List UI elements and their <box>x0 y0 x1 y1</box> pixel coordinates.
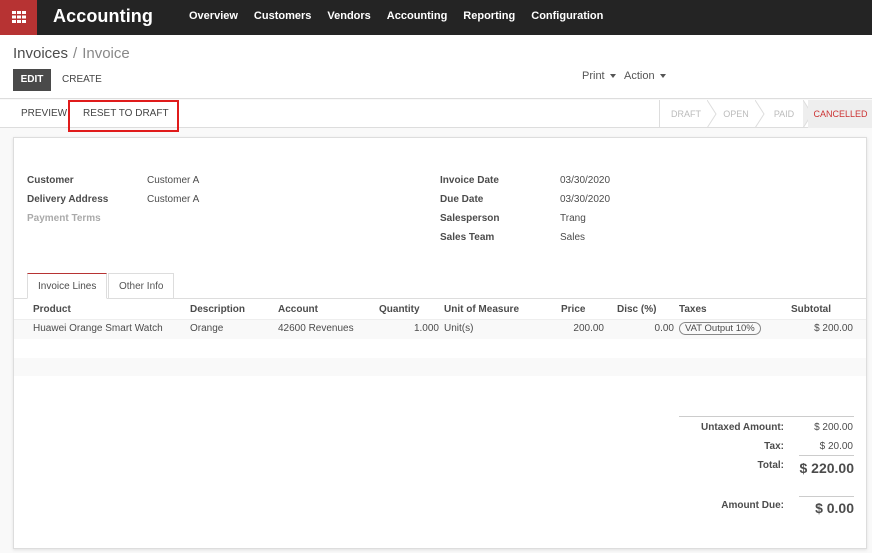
delivery-address-field[interactable]: Customer A <box>147 194 199 205</box>
salesperson-label: Salesperson <box>440 213 500 224</box>
stage-draft[interactable]: DRAFT <box>660 100 717 128</box>
tab-other-info[interactable]: Other Info <box>108 273 175 299</box>
sales-team-field[interactable]: Sales <box>560 232 585 243</box>
stage-paid[interactable]: PAID <box>760 100 813 128</box>
menu-overview[interactable]: Overview <box>189 10 238 22</box>
app-switcher-button[interactable] <box>0 0 37 35</box>
caret-down-icon <box>609 74 616 79</box>
tax-value: $ 20.00 <box>819 441 853 452</box>
stage-paid-label: PAID <box>773 109 795 119</box>
sales-team-label: Sales Team <box>440 232 495 243</box>
row-account: 42600 Revenues <box>278 323 354 334</box>
row-uom: Unit(s) <box>444 323 474 334</box>
amount-due-label: Amount Due: <box>721 500 784 511</box>
amount-due-divider <box>799 496 854 497</box>
breadcrumb-current: Invoice <box>82 45 130 62</box>
stage-cancelled: CANCELLED <box>808 100 872 128</box>
stage-cancelled-label: CANCELLED <box>813 109 868 119</box>
totals-divider <box>679 416 854 417</box>
col-price[interactable]: Price <box>561 304 585 315</box>
row-discount: 0.00 <box>654 323 674 334</box>
menu-configuration[interactable]: Configuration <box>531 10 603 22</box>
col-quantity[interactable]: Quantity <box>379 304 420 315</box>
customer-label: Customer <box>27 175 74 186</box>
tax-label: Tax: <box>764 441 784 452</box>
action-label: Action <box>624 70 655 82</box>
col-discount[interactable]: Disc (%) <box>617 304 656 315</box>
col-account[interactable]: Account <box>278 304 318 315</box>
col-subtotal[interactable]: Subtotal <box>791 304 831 315</box>
breadcrumb-invoices[interactable]: Invoices <box>13 45 68 62</box>
salesperson-field[interactable]: Trang <box>560 213 586 224</box>
stage-draft-label: DRAFT <box>671 109 701 119</box>
untaxed-amount-value: $ 200.00 <box>814 422 853 433</box>
col-taxes[interactable]: Taxes <box>679 304 707 315</box>
breadcrumb-separator: / <box>73 45 78 62</box>
customer-field[interactable]: Customer A <box>147 175 199 186</box>
grid-icon <box>12 11 26 23</box>
main-menu: Overview Customers Vendors Accounting Re… <box>189 10 619 22</box>
row-price: 200.00 <box>573 323 604 334</box>
amount-due-value: $ 0.00 <box>815 500 854 516</box>
tab-invoice-lines[interactable]: Invoice Lines <box>27 273 108 299</box>
due-date-field[interactable]: 03/30/2020 <box>560 194 610 205</box>
menu-reporting[interactable]: Reporting <box>463 10 515 22</box>
empty-row <box>14 358 866 376</box>
top-navbar: Accounting Overview Customers Vendors Ac… <box>0 0 872 35</box>
payment-terms-label: Payment Terms <box>27 213 101 224</box>
row-quantity: 1.000 <box>413 323 439 334</box>
invoice-date-field[interactable]: 03/30/2020 <box>560 175 610 186</box>
tax-badge: VAT Output 10% <box>679 322 761 335</box>
menu-vendors[interactable]: Vendors <box>327 10 370 22</box>
due-date-label: Due Date <box>440 194 484 205</box>
control-panel: Invoices / Invoice EDIT CREATE Print Actio… <box>0 35 872 99</box>
stage-open-label: OPEN <box>723 109 749 119</box>
print-label: Print <box>582 70 605 82</box>
row-description: Orange <box>190 323 224 334</box>
caret-down-icon <box>659 74 666 79</box>
col-unit-of-measure[interactable]: Unit of Measure <box>444 304 519 315</box>
invoice-date-label: Invoice Date <box>440 175 499 186</box>
total-value: $ 220.00 <box>799 460 855 476</box>
create-button[interactable]: CREATE <box>62 74 102 85</box>
notebook-tabs: Invoice Lines Other Info <box>14 273 866 299</box>
breadcrumb: Invoices / Invoice <box>13 45 130 62</box>
col-description[interactable]: Description <box>190 304 245 315</box>
menu-accounting[interactable]: Accounting <box>387 10 448 22</box>
menu-customers[interactable]: Customers <box>254 10 311 22</box>
row-product: Huawei Orange Smart Watch <box>33 323 163 334</box>
edit-button[interactable]: EDIT <box>13 69 51 91</box>
action-dropdown[interactable]: Action <box>624 70 666 82</box>
status-stages: DRAFT OPEN PAID CANCELLED <box>659 100 872 128</box>
untaxed-amount-label: Untaxed Amount: <box>701 422 784 433</box>
row-subtotal: $ 200.00 <box>814 323 853 334</box>
col-product[interactable]: Product <box>33 304 71 315</box>
preview-button[interactable]: PREVIEW <box>21 108 67 119</box>
total-label: Total: <box>757 460 784 471</box>
invoice-sheet: Customer Customer A Delivery Address Cus… <box>13 137 867 549</box>
total-divider <box>799 455 854 456</box>
print-dropdown[interactable]: Print <box>582 70 616 82</box>
reset-to-draft-highlight <box>68 100 179 132</box>
stage-open[interactable]: OPEN <box>712 100 765 128</box>
app-title: Accounting <box>53 6 153 26</box>
delivery-address-label: Delivery Address <box>27 194 109 205</box>
